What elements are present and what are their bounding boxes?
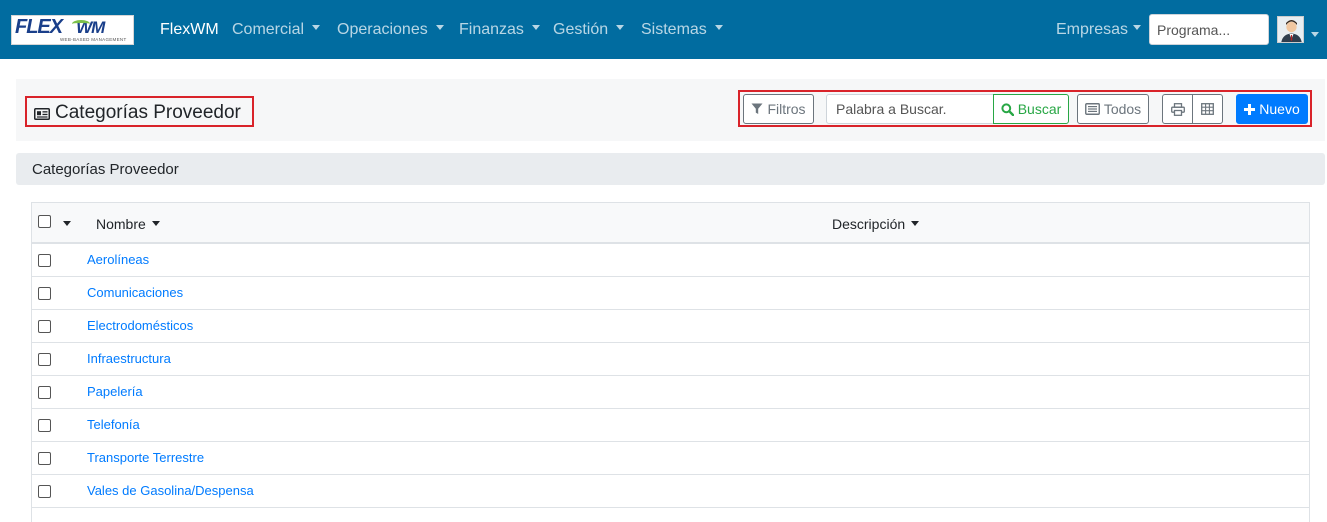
category-link[interactable]: Papelería — [87, 384, 143, 399]
list-alt-icon — [1084, 103, 1100, 115]
print-icon — [1170, 102, 1185, 116]
plus-icon — [1244, 103, 1256, 115]
logo-tagline: WEB-BASED MANAGEMENT — [60, 37, 127, 42]
column-header-nombre[interactable]: Nombre — [96, 216, 160, 232]
table-row: Telefonía — [32, 409, 1309, 442]
column-header-descripcion[interactable]: Descripción — [832, 216, 920, 232]
table-row: Comunicaciones — [32, 277, 1309, 310]
sort-caret-icon — [151, 220, 160, 226]
category-link[interactable]: Transporte Terrestre — [87, 450, 204, 465]
caret-down-icon — [435, 25, 444, 31]
row-checkbox[interactable] — [38, 485, 51, 498]
nav-menu-comercial[interactable]: Comercial — [232, 21, 321, 39]
page-title-container: Categorías Proveedor — [25, 96, 254, 127]
top-navbar: FLEX WM WEB-BASED MANAGEMENT FlexWM Comer… — [0, 0, 1327, 59]
row-checkbox[interactable] — [38, 320, 51, 333]
section-header: Categorías Proveedor — [16, 153, 1325, 185]
search-button[interactable]: Buscar — [993, 94, 1069, 124]
caret-down-icon — [531, 25, 540, 31]
filters-button[interactable]: Filtros — [743, 94, 814, 124]
row-checkbox[interactable] — [38, 353, 51, 366]
table-row: Aerolíneas — [32, 244, 1309, 277]
row-checkbox[interactable] — [38, 254, 51, 267]
companies-menu[interactable]: Empresas — [1056, 21, 1142, 39]
table-header: Nombre Descripción — [32, 203, 1309, 244]
category-link[interactable]: Vales de Gasolina/Despensa — [87, 483, 254, 498]
row-checkbox[interactable] — [38, 386, 51, 399]
nav-menu-operaciones[interactable]: Operaciones — [337, 21, 444, 39]
section-title: Categorías Proveedor — [32, 161, 179, 178]
row-checkbox[interactable] — [38, 452, 51, 465]
nav-menu-sistemas[interactable]: Sistemas — [641, 21, 723, 39]
user-avatar[interactable] — [1277, 16, 1304, 43]
select-all-checkbox[interactable] — [38, 215, 51, 228]
flexwm-logo[interactable]: FLEX WM WEB-BASED MANAGEMENT — [11, 15, 134, 45]
page-title: Categorías Proveedor — [55, 102, 241, 123]
category-link[interactable]: Aerolíneas — [87, 252, 149, 267]
export-table-button[interactable] — [1192, 94, 1223, 124]
all-button[interactable]: Todos — [1077, 94, 1149, 124]
search-icon — [1001, 102, 1014, 116]
print-button[interactable] — [1162, 94, 1193, 124]
logo-wordmark: FLEX WM — [15, 16, 105, 38]
id-card-icon — [34, 107, 50, 125]
table-row: Infraestructura — [32, 343, 1309, 376]
select-menu-caret-icon[interactable] — [63, 217, 71, 235]
filter-icon — [751, 103, 763, 114]
category-link[interactable]: Infraestructura — [87, 351, 171, 366]
table-row: Electrodomésticos — [32, 310, 1309, 343]
all-button-label: Todos — [1103, 101, 1142, 117]
new-button-label: Nuevo — [1259, 101, 1300, 117]
caret-down-icon — [714, 25, 723, 31]
search-button-label: Buscar — [1017, 101, 1062, 117]
caret-down-icon — [312, 25, 321, 31]
table-row: Transporte Terrestre — [32, 442, 1309, 475]
row-checkbox[interactable] — [38, 419, 51, 432]
categories-table: Nombre Descripción Aerolíneas Comunicaci… — [31, 202, 1310, 522]
category-link[interactable]: Comunicaciones — [87, 285, 183, 300]
nav-brand[interactable]: FlexWM — [160, 21, 219, 39]
program-search-input[interactable] — [1149, 14, 1269, 45]
logo-swoosh — [72, 20, 90, 28]
nav-menu-finanzas[interactable]: Finanzas — [459, 21, 540, 39]
caret-down-icon — [1133, 25, 1142, 31]
table-row: Vales de Gasolina/Despensa — [32, 475, 1309, 508]
category-link[interactable]: Electrodomésticos — [87, 318, 193, 333]
sort-caret-icon — [911, 220, 920, 226]
row-checkbox[interactable] — [38, 287, 51, 300]
category-link[interactable]: Telefonía — [87, 417, 140, 432]
caret-down-icon — [616, 25, 625, 31]
table-icon — [1201, 103, 1214, 115]
filters-button-label: Filtros — [767, 101, 806, 117]
keyword-search-input[interactable] — [826, 94, 994, 124]
new-button[interactable]: Nuevo — [1236, 94, 1308, 124]
user-menu-caret-icon[interactable] — [1311, 28, 1319, 46]
table-row: Papelería — [32, 376, 1309, 409]
nav-menu-gestion[interactable]: Gestión — [553, 21, 625, 39]
